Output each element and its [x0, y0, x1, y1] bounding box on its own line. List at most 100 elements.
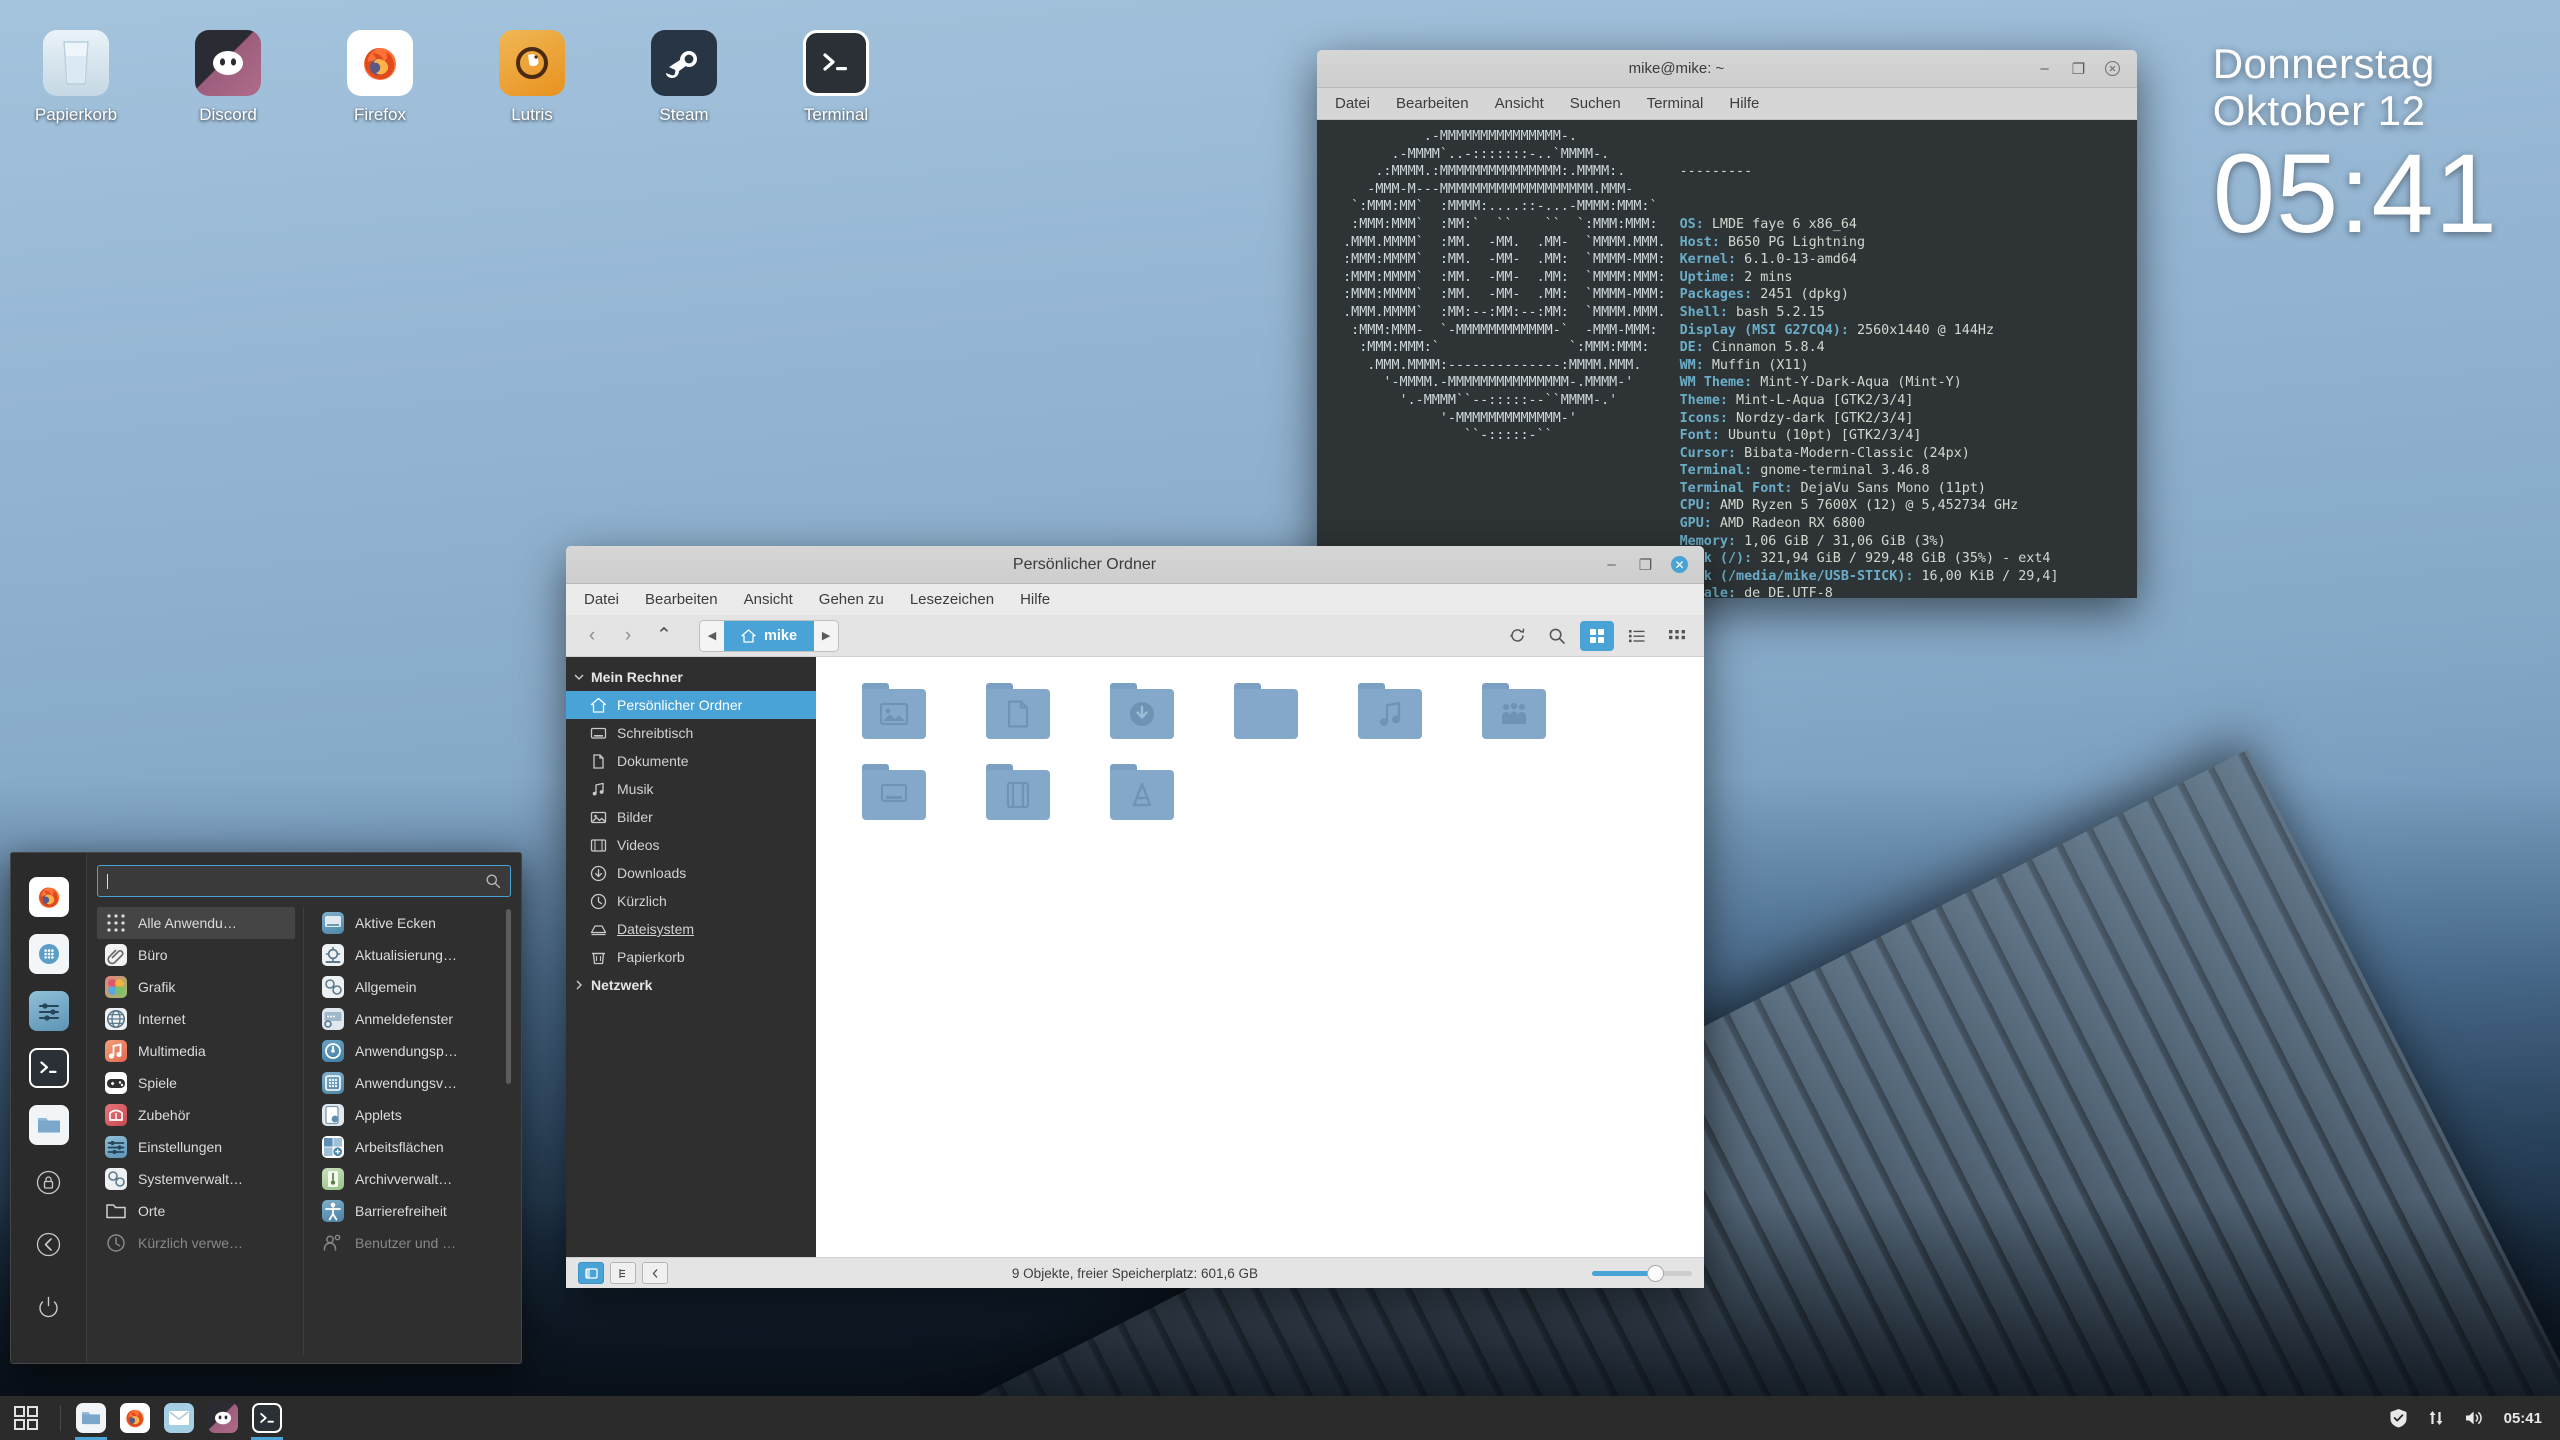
menu-search-box[interactable] [97, 865, 511, 897]
volume-icon[interactable] [2464, 1409, 2486, 1427]
software-manager-fav-icon[interactable] [29, 934, 69, 974]
desktop[interactable]: Papierkorb Discord Firefox Lut [0, 0, 2560, 1440]
sidebar-item-dateisystem[interactable]: Dateisystem [566, 915, 816, 943]
terminal-minimize-button[interactable]: – [2036, 60, 2053, 77]
cinnamon-menu[interactable]: Alle Anwendu…BüroGrafikInternetMultimedi… [10, 852, 522, 1364]
sidebar-group-mein-rechner[interactable]: Mein Rechner [566, 663, 816, 691]
firefox-launcher[interactable] [113, 1396, 157, 1440]
menu-item-arbeitsfl-chen[interactable]: Arbeitsflächen [314, 1131, 511, 1163]
taskbar[interactable]: 05:41 [0, 1396, 2560, 1440]
terminal-menu-terminal[interactable]: Terminal [1647, 95, 1704, 112]
folder-item[interactable] [956, 756, 1080, 837]
menu-item-grafik[interactable]: Grafik [97, 971, 295, 1003]
update-shield-icon[interactable] [2389, 1408, 2408, 1428]
taskbar-clock[interactable]: 05:41 [2504, 1410, 2542, 1427]
desktop-icon-terminal[interactable]: Terminal [760, 22, 912, 126]
menu-item-allgemein[interactable]: Allgemein [314, 971, 511, 1003]
sidebar-item-downloads[interactable]: Downloads [566, 859, 816, 887]
menu-item-aktualisierung[interactable]: Aktualisierung… [314, 939, 511, 971]
menu-item-b-ro[interactable]: Büro [97, 939, 295, 971]
search-icon[interactable] [485, 873, 501, 889]
sidebar-item-schreibtisch[interactable]: Schreibtisch [566, 719, 816, 747]
terminal-menu-bearbeiten[interactable]: Bearbeiten [1396, 95, 1469, 112]
logout-icon[interactable] [29, 1224, 69, 1264]
menu-item-k-rzlich-verwe[interactable]: Kürzlich verwe… [97, 1227, 295, 1259]
desktop-icon-discord[interactable]: Discord [152, 22, 304, 126]
sidebar-item-musik[interactable]: Musik [566, 775, 816, 803]
menu-item-zubeh-r[interactable]: Zubehör [97, 1099, 295, 1131]
files-launcher[interactable] [69, 1396, 113, 1440]
menu-grid-icon[interactable] [0, 1396, 52, 1440]
menu-item-barrierefreiheit[interactable]: Barrierefreiheit [314, 1195, 511, 1227]
terminal-fav-icon[interactable] [29, 1048, 69, 1088]
terminal-window[interactable]: mike@mike: ~ – ❐ Datei Bearbeiten Ansich… [1317, 50, 2137, 598]
files-fav-icon[interactable] [29, 1105, 69, 1145]
terminal-close-button[interactable] [2104, 60, 2121, 77]
terminal-maximize-button[interactable]: ❐ [2070, 60, 2087, 77]
sidebar-group-netzwerk[interactable]: Netzwerk [566, 971, 816, 999]
compact-view-icon[interactable] [1660, 621, 1694, 651]
menu-item-anwendungsp[interactable]: Anwendungsp… [314, 1035, 511, 1067]
menu-item-internet[interactable]: Internet [97, 1003, 295, 1035]
desktop-icon-steam[interactable]: Steam [608, 22, 760, 126]
sidebar-item-papierkorb[interactable]: Papierkorb [566, 943, 816, 971]
file-menu-lesezeichen[interactable]: Lesezeichen [910, 591, 994, 608]
mail-launcher[interactable] [157, 1396, 201, 1440]
menu-item-spiele[interactable]: Spiele [97, 1067, 295, 1099]
list-view-icon[interactable] [1620, 621, 1654, 651]
desktop-icon-firefox[interactable]: Firefox [304, 22, 456, 126]
file-manager-titlebar[interactable]: Persönlicher Ordner – ❐ ✕ [566, 546, 1704, 584]
sidebar-item-videos[interactable]: Videos [566, 831, 816, 859]
sidebar-item-k-rzlich[interactable]: Kürzlich [566, 887, 816, 915]
file-manager-window[interactable]: Persönlicher Ordner – ❐ ✕ Datei Bearbeit… [566, 546, 1704, 1288]
menu-applications-scrollbar[interactable] [506, 909, 511, 1084]
breadcrumb-crumb-mike[interactable]: mike [724, 621, 814, 651]
menu-item-einstellungen[interactable]: Einstellungen [97, 1131, 295, 1163]
menu-item-anwendungsv[interactable]: Anwendungsv… [314, 1067, 511, 1099]
terminal-menu-suchen[interactable]: Suchen [1570, 95, 1621, 112]
file-menu-bearbeiten[interactable]: Bearbeiten [645, 591, 718, 608]
zoom-slider-knob[interactable] [1648, 1266, 1663, 1281]
up-button[interactable]: ⌃ [648, 621, 680, 651]
file-menu-datei[interactable]: Datei [584, 591, 619, 608]
forward-button[interactable]: › [612, 621, 644, 651]
folder-item[interactable] [832, 756, 956, 837]
folder-item[interactable] [1080, 675, 1204, 756]
sidebar-item-pers-nlicher-ordner[interactable]: Persönlicher Ordner [566, 691, 816, 719]
file-menu-gehen-zu[interactable]: Gehen zu [819, 591, 884, 608]
file-manager-close-button[interactable]: ✕ [1671, 556, 1688, 573]
menu-item-benutzer-und[interactable]: Benutzer und … [314, 1227, 511, 1259]
terminal-scrollbar[interactable] [2126, 122, 2135, 592]
desktop-icon-papierkorb[interactable]: Papierkorb [0, 22, 152, 126]
file-manager-content[interactable] [816, 657, 1704, 1257]
menu-item-multimedia[interactable]: Multimedia [97, 1035, 295, 1067]
sidebar-item-dokumente[interactable]: Dokumente [566, 747, 816, 775]
settings-fav-icon[interactable] [29, 991, 69, 1031]
lock-screen-icon[interactable] [29, 1162, 69, 1202]
firefox-fav-icon[interactable] [29, 877, 69, 917]
zoom-slider[interactable] [1592, 1271, 1692, 1276]
menu-item-archivverwalt[interactable]: Archivverwalt… [314, 1163, 511, 1195]
desktop-icon-lutris[interactable]: Lutris [456, 22, 608, 126]
menu-item-systemverwalt[interactable]: Systemverwalt… [97, 1163, 295, 1195]
file-manager-maximize-button[interactable]: ❐ [1637, 556, 1654, 573]
file-menu-hilfe[interactable]: Hilfe [1020, 591, 1050, 608]
back-button[interactable]: ‹ [576, 621, 608, 651]
breadcrumb-scroll-left[interactable]: ◀ [700, 621, 724, 651]
icon-view-icon[interactable] [1580, 621, 1614, 651]
folder-item[interactable] [956, 675, 1080, 756]
file-manager-minimize-button[interactable]: – [1603, 556, 1620, 573]
reload-icon[interactable] [1500, 621, 1534, 651]
terminal-menu-ansicht[interactable]: Ansicht [1495, 95, 1544, 112]
menu-item-applets[interactable]: Applets [314, 1099, 511, 1131]
terminal-menu-datei[interactable]: Datei [1335, 95, 1370, 112]
folder-item[interactable] [1452, 675, 1576, 756]
discord-launcher[interactable] [201, 1396, 245, 1440]
search-icon[interactable] [1540, 621, 1574, 651]
folder-item[interactable] [1204, 675, 1328, 756]
menu-item-anmeldefenster[interactable]: Anmeldefenster [314, 1003, 511, 1035]
clock-desklet[interactable]: Donnerstag Oktober 12 05:41 [2213, 40, 2498, 250]
breadcrumb-scroll-right[interactable]: ▶ [814, 621, 838, 651]
terminal-launcher[interactable] [245, 1396, 289, 1440]
terminal-titlebar[interactable]: mike@mike: ~ – ❐ [1317, 50, 2137, 88]
